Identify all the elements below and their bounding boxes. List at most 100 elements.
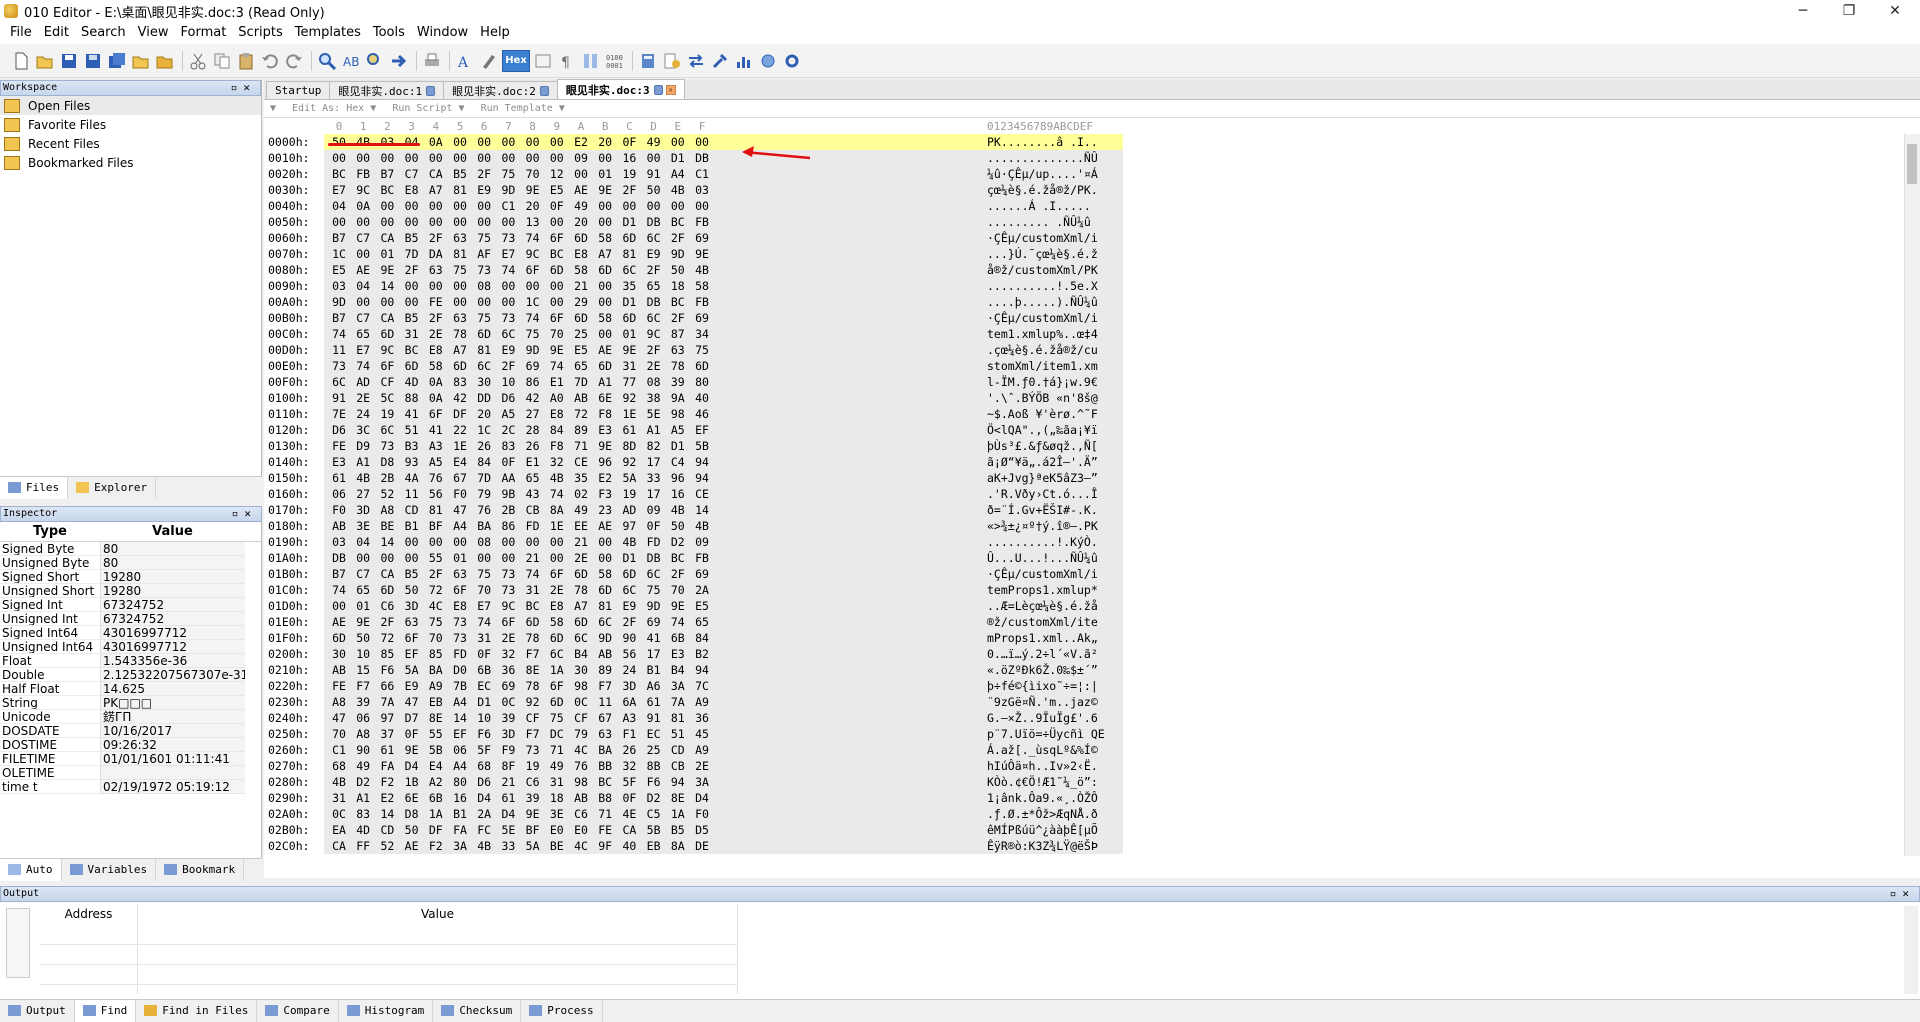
- hex-byte[interactable]: A8: [375, 502, 399, 518]
- inspector-row[interactable]: FILETIME 01/01/1601 01:11:41: [0, 752, 261, 766]
- hex-byte[interactable]: 1A: [666, 806, 690, 822]
- hex-byte[interactable]: 6D: [593, 582, 617, 598]
- hex-bytes[interactable]: 00 00 00 00 00 00 00 00 13 00 20 00 D1 DB BC FB: [324, 214, 980, 230]
- hex-byte[interactable]: 39: [496, 710, 520, 726]
- hex-byte[interactable]: 9C: [375, 342, 399, 358]
- hex-byte[interactable]: 2E: [351, 390, 375, 406]
- hex-byte[interactable]: 0F: [400, 726, 424, 742]
- hex-byte[interactable]: 34: [690, 326, 714, 342]
- hex-byte[interactable]: 04: [351, 278, 375, 294]
- hex-byte[interactable]: 23: [593, 502, 617, 518]
- hex-byte[interactable]: 6D: [545, 694, 569, 710]
- save-button[interactable]: [58, 50, 80, 72]
- hex-byte[interactable]: 19: [617, 166, 641, 182]
- hex-byte[interactable]: 4B: [351, 134, 375, 150]
- hex-byte[interactable]: 2F: [424, 310, 448, 326]
- hex-byte[interactable]: A1: [351, 790, 375, 806]
- inspector-value[interactable]: 43016997712: [100, 626, 245, 640]
- hex-byte[interactable]: 00: [448, 294, 472, 310]
- hex-byte[interactable]: 43: [521, 486, 545, 502]
- hex-byte[interactable]: 4B: [472, 838, 496, 854]
- hex-byte[interactable]: 2F: [642, 262, 666, 278]
- hex-byte[interactable]: 19: [521, 758, 545, 774]
- inspector-row[interactable]: Unsigned Short 19280: [0, 584, 261, 598]
- hex-byte[interactable]: B4: [666, 662, 690, 678]
- hex-byte[interactable]: C1: [327, 742, 351, 758]
- hex-byte[interactable]: D1: [617, 550, 641, 566]
- hex-byte[interactable]: C7: [400, 166, 424, 182]
- hex-row[interactable]: 0150h: 61 4B 2B 4A 76 67 7D AA 65 4B 35 E2 5A 33 96 94 aK…: [264, 470, 1164, 486]
- hex-byte[interactable]: 00: [593, 150, 617, 166]
- calculator-icon[interactable]: [637, 50, 659, 72]
- hex-row[interactable]: 0050h: 00 00 00 00 00 00 00 00 13 00 20 00 D1 DB BC FB..…: [264, 214, 1164, 230]
- hex-byte[interactable]: 6C: [642, 566, 666, 582]
- hex-byte[interactable]: 74: [472, 614, 496, 630]
- hex-byte[interactable]: D8: [375, 454, 399, 470]
- hex-byte[interactable]: BE: [545, 838, 569, 854]
- hex-byte[interactable]: 6E: [593, 390, 617, 406]
- hex-byte[interactable]: 2E: [496, 630, 520, 646]
- hex-byte[interactable]: F0: [690, 806, 714, 822]
- hex-row[interactable]: 0130h: FE D9 73 B3 A3 1E 26 83 26 F8 71 9E 8D 82 D1 5B þÙ…: [264, 438, 1164, 454]
- hex-byte[interactable]: AE: [351, 262, 375, 278]
- hex-byte[interactable]: 9E: [351, 614, 375, 630]
- hex-byte[interactable]: A3: [424, 438, 448, 454]
- open-folder-button[interactable]: [130, 50, 152, 72]
- hex-byte[interactable]: 9E: [666, 598, 690, 614]
- hex-byte[interactable]: 94: [666, 774, 690, 790]
- hex-byte[interactable]: FD: [448, 646, 472, 662]
- hex-byte[interactable]: 2F: [642, 342, 666, 358]
- hex-bytes[interactable]: EA 4D CD 50 DF FA FC 5E BF E0 E0 FE CA 5B B5 D5: [324, 822, 980, 838]
- hex-byte[interactable]: 80: [448, 774, 472, 790]
- hex-byte[interactable]: DB: [690, 150, 714, 166]
- hex-byte[interactable]: 74: [521, 310, 545, 326]
- hex-byte[interactable]: 00: [375, 150, 399, 166]
- tab-process[interactable]: Process: [521, 999, 603, 1022]
- hex-byte[interactable]: 73: [496, 230, 520, 246]
- hex-bytes[interactable]: 03 04 14 00 00 00 08 00 00 00 21 00 35 65 18 58: [324, 278, 980, 294]
- hex-row[interactable]: 0090h: 03 04 14 00 00 00 08 00 00 00 21 00 35 65 18 58..…: [264, 278, 1164, 294]
- hex-byte[interactable]: 9D: [521, 342, 545, 358]
- redo-icon[interactable]: [283, 50, 305, 72]
- hex-byte[interactable]: 79: [569, 726, 593, 742]
- hex-byte[interactable]: 72: [569, 406, 593, 422]
- hex-byte[interactable]: 69: [690, 310, 714, 326]
- inspector-row[interactable]: DOSTIME 09:26:32: [0, 738, 261, 752]
- hex-byte[interactable]: 6D: [569, 566, 593, 582]
- hex-byte[interactable]: 5F: [617, 774, 641, 790]
- hex-byte[interactable]: 15: [351, 662, 375, 678]
- inspector-value[interactable]: 09:26:32: [100, 738, 245, 752]
- hex-byte[interactable]: 00: [400, 294, 424, 310]
- hex-byte[interactable]: F9: [496, 742, 520, 758]
- hex-byte[interactable]: 39: [666, 374, 690, 390]
- cut-icon[interactable]: [187, 50, 209, 72]
- new-file-button[interactable]: [10, 50, 32, 72]
- ascii-text[interactable]: Ö<lQA".,(„‰ãa¡¥ï: [979, 422, 1123, 438]
- hex-byte[interactable]: E8: [448, 598, 472, 614]
- hex-bytes[interactable]: 04 0A 00 00 00 00 00 C1 20 0F 49 00 00 00 00 00: [324, 198, 980, 214]
- hex-byte[interactable]: EC: [472, 678, 496, 694]
- hex-byte[interactable]: 4D: [351, 822, 375, 838]
- hex-byte[interactable]: C6: [521, 774, 545, 790]
- hex-byte[interactable]: 00: [545, 278, 569, 294]
- hex-byte[interactable]: E7: [327, 182, 351, 198]
- tab-bookmark[interactable]: Bookmark: [156, 858, 245, 881]
- hex-byte[interactable]: E9: [642, 246, 666, 262]
- hex-byte[interactable]: 0A: [424, 134, 448, 150]
- hex-byte[interactable]: 0F: [496, 454, 520, 470]
- hex-byte[interactable]: 0F: [617, 790, 641, 806]
- hex-byte[interactable]: 35: [569, 470, 593, 486]
- hex-byte[interactable]: 16: [617, 150, 641, 166]
- hex-byte[interactable]: 01: [593, 166, 617, 182]
- hex-byte[interactable]: 2E: [424, 326, 448, 342]
- hex-byte[interactable]: 00: [472, 294, 496, 310]
- ascii-text[interactable]: 0.…ï…ý.2÷l´«V.ã²: [979, 646, 1123, 662]
- hex-byte[interactable]: 04: [327, 198, 351, 214]
- hex-byte[interactable]: 75: [472, 230, 496, 246]
- hex-byte[interactable]: 3D: [400, 598, 424, 614]
- hex-byte[interactable]: F8: [545, 438, 569, 454]
- hex-byte[interactable]: E7: [496, 246, 520, 262]
- hex-byte[interactable]: 6D: [521, 614, 545, 630]
- hex-byte[interactable]: AB: [569, 790, 593, 806]
- hex-byte[interactable]: 0F: [642, 518, 666, 534]
